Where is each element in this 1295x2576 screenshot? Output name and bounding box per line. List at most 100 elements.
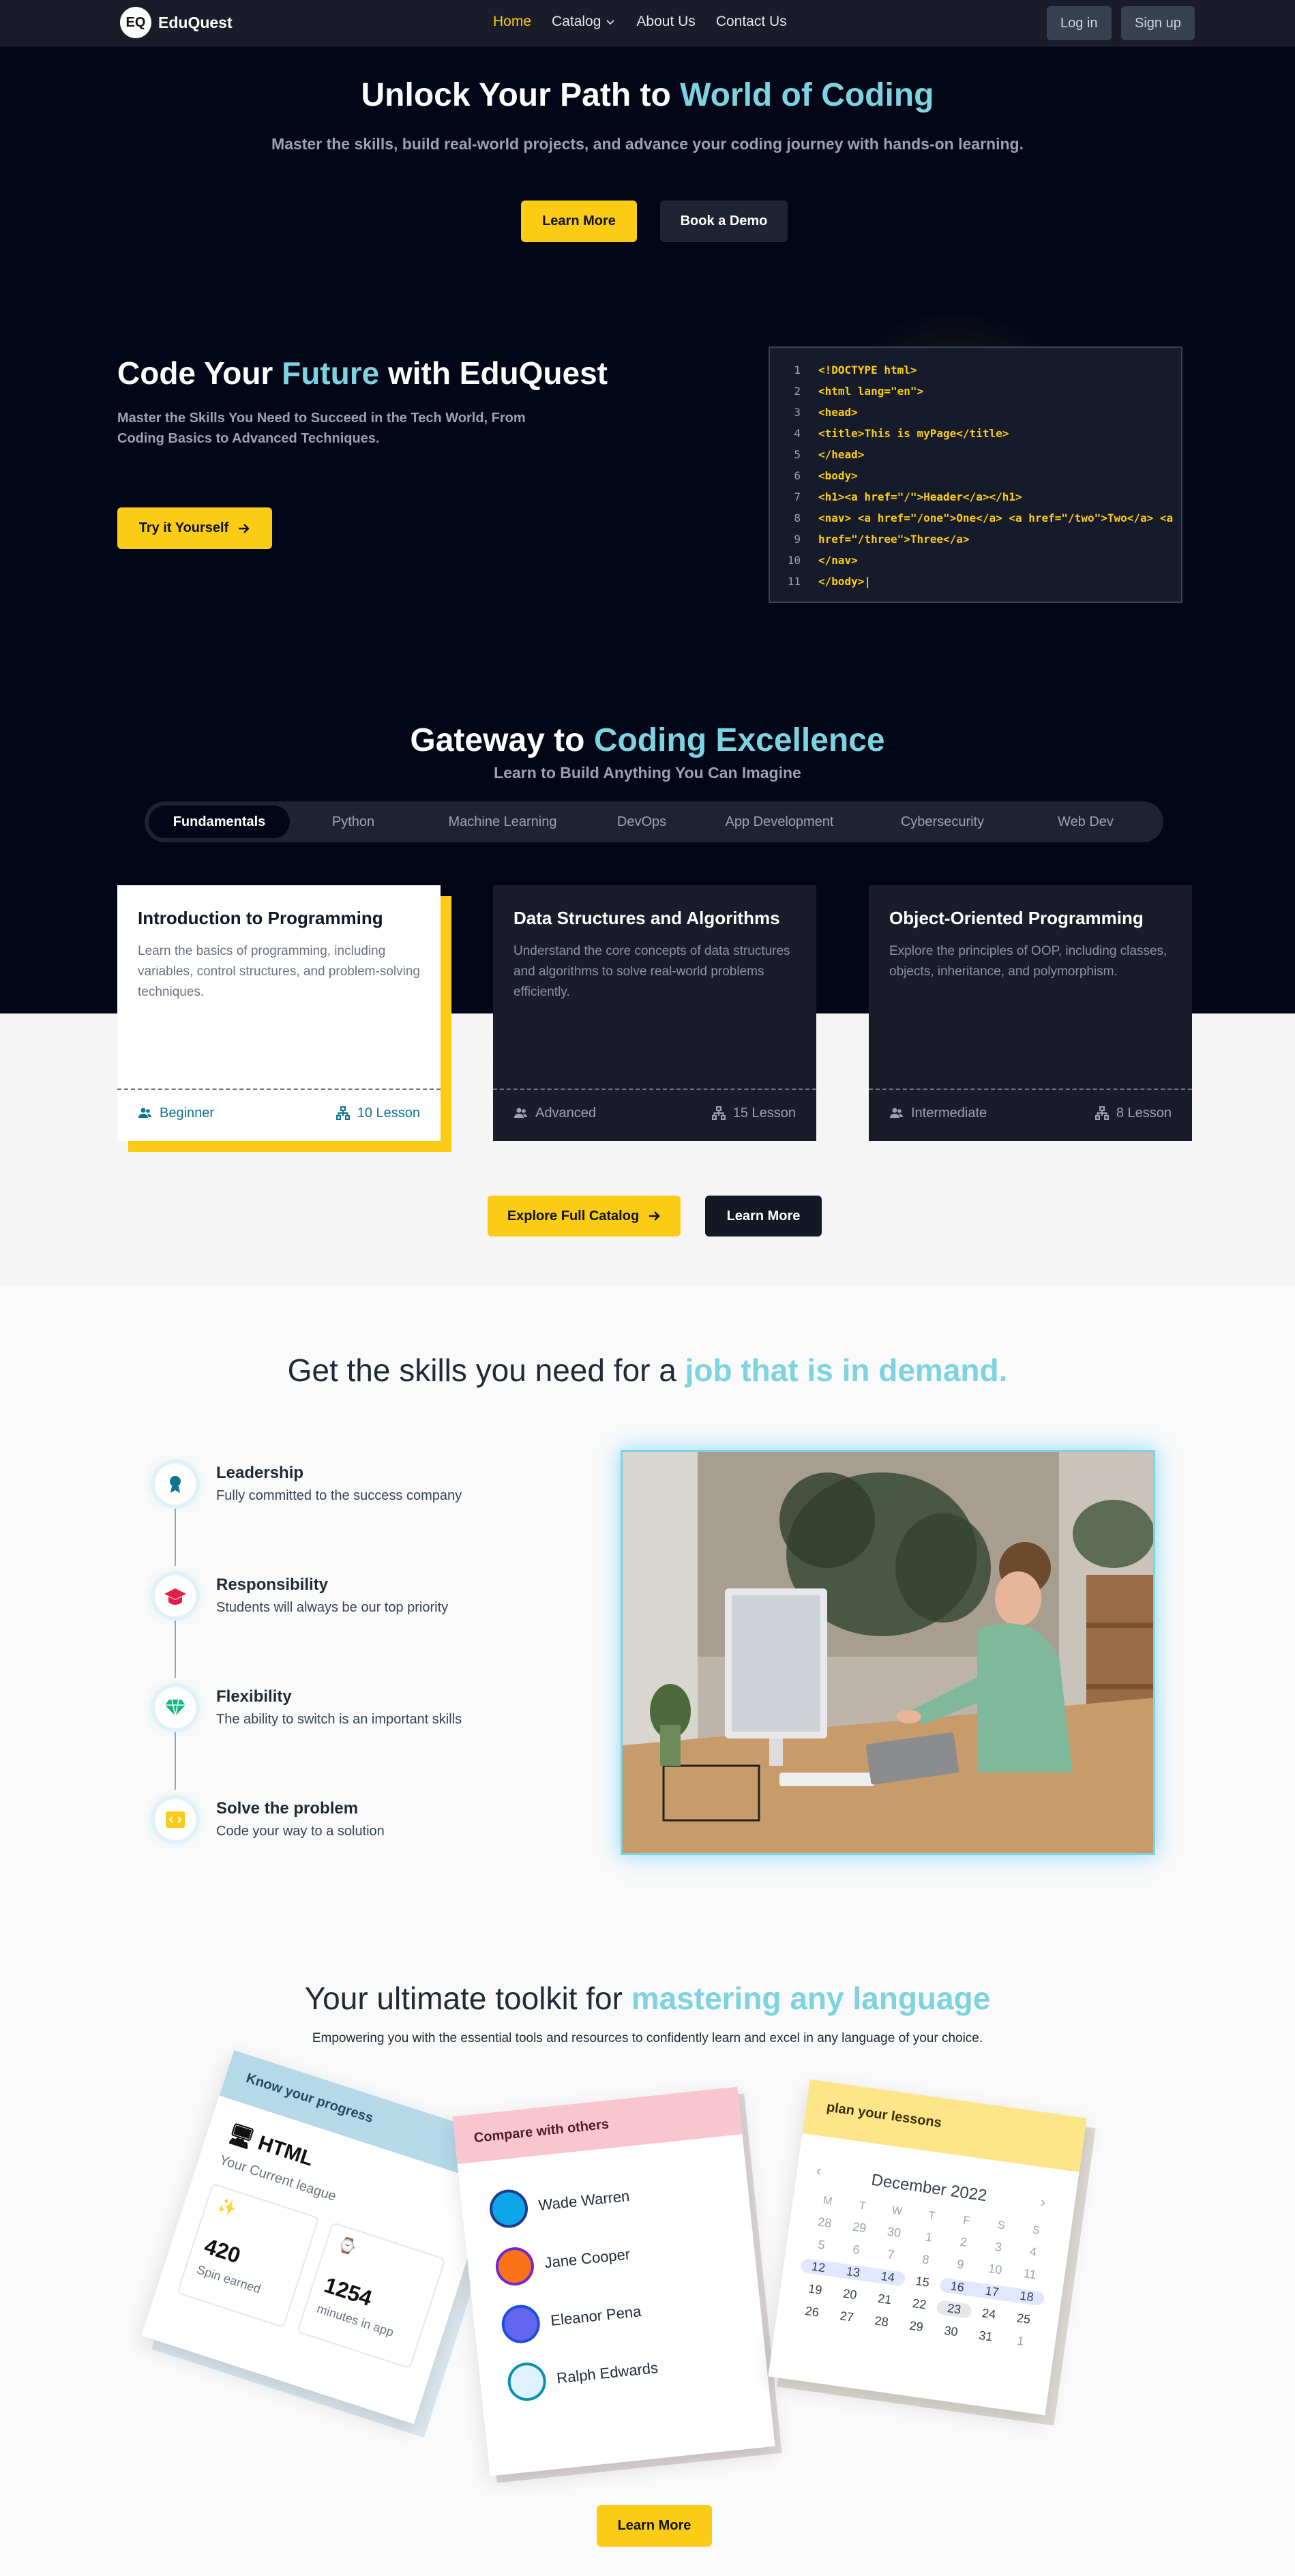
nav-link-catalog[interactable]: Catalog xyxy=(552,14,616,30)
calendar-day[interactable]: 1 xyxy=(1002,2332,1039,2351)
book-demo-button[interactable]: Book a Demo xyxy=(660,201,788,242)
try-it-label: Try it Yourself xyxy=(138,520,229,535)
line-number: 8 xyxy=(794,512,801,524)
calendar-day[interactable]: 7 xyxy=(873,2245,910,2264)
calendar-day[interactable]: 15 xyxy=(904,2272,941,2292)
login-button[interactable]: Log in xyxy=(1047,6,1112,40)
nav-link-about[interactable]: About Us xyxy=(636,14,695,30)
calendar-day[interactable]: 26 xyxy=(794,2303,831,2322)
hierarchy-icon xyxy=(336,1106,350,1120)
course-card[interactable]: Object-Oriented Programming Explore the … xyxy=(869,885,1192,1141)
toolkit-learn-more-button[interactable]: Learn More xyxy=(597,2505,712,2547)
calendar-day[interactable]: 27 xyxy=(829,2307,865,2326)
calendar-day[interactable]: 17 xyxy=(973,2282,1011,2302)
calendar-day[interactable]: 13 xyxy=(835,2262,872,2282)
lessons-meta: 10 Lesson xyxy=(336,1106,420,1121)
line-number: 4 xyxy=(794,427,801,440)
divider xyxy=(493,1089,816,1090)
tab-devops[interactable]: DevOps xyxy=(589,805,695,838)
calendar-day[interactable]: 22 xyxy=(901,2295,938,2314)
calendar-day[interactable]: 4 xyxy=(1015,2242,1052,2262)
code-editor: 1 <!DOCTYPE html> 2 <html lang="en"> 3 <hea… xyxy=(769,346,1182,603)
level-label: Intermediate xyxy=(911,1105,987,1121)
code-text: </body>| xyxy=(818,575,872,588)
nav-link-contact[interactable]: Contact Us xyxy=(716,14,787,30)
tab-fundamentals[interactable]: Fundamentals xyxy=(149,805,290,838)
calendar-month: December 2022 xyxy=(870,2170,988,2206)
student-photo-illustration xyxy=(623,1452,1153,1853)
line-number: 6 xyxy=(794,469,801,482)
tab-machine-learning[interactable]: Machine Learning xyxy=(417,805,589,838)
calendar-day[interactable]: 1 xyxy=(910,2228,947,2247)
avatar xyxy=(494,2245,536,2288)
watch-icon: ⌚ xyxy=(336,2234,359,2257)
code-text: <nav> <a href="/one">One</a> <a href="/t… xyxy=(818,512,1174,524)
nav-link-home[interactable]: Home xyxy=(493,14,531,30)
calendar-day[interactable]: 5 xyxy=(803,2236,840,2255)
explore-catalog-button[interactable]: Explore Full Catalog xyxy=(488,1196,681,1237)
code-line: 9 href="/three">Three</a> xyxy=(770,529,969,550)
chevron-left-icon[interactable]: ‹ xyxy=(815,2161,822,2180)
calendar-day[interactable]: 31 xyxy=(968,2327,1004,2346)
skills-title-a: Get the skills you need for a xyxy=(287,1352,685,1388)
calendar-day[interactable]: 12 xyxy=(800,2257,837,2277)
calendar-day[interactable]: 28 xyxy=(806,2213,843,2232)
tab-python[interactable]: Python xyxy=(290,805,417,838)
line-number: 9 xyxy=(794,533,801,546)
calendar-day[interactable]: 2 xyxy=(945,2233,982,2252)
tab-app-development[interactable]: App Development xyxy=(695,805,864,838)
calendar-day[interactable]: 8 xyxy=(907,2250,944,2269)
calendar-day[interactable]: 3 xyxy=(980,2238,1017,2257)
try-it-yourself-button[interactable]: Try it Yourself xyxy=(117,507,272,549)
calendar-day[interactable]: 24 xyxy=(970,2305,1007,2324)
calendar-day[interactable]: 14 xyxy=(869,2267,906,2287)
calendar-day[interactable]: 28 xyxy=(863,2312,900,2331)
course-card[interactable]: Data Structures and Algorithms Understan… xyxy=(493,885,816,1141)
weekday: F xyxy=(962,2215,971,2227)
line-number: 3 xyxy=(794,406,801,419)
calendar-day[interactable]: 20 xyxy=(831,2285,868,2304)
progress-panel: Know your progress 🖥 HTML Your Current le… xyxy=(141,2049,507,2425)
skills-title-b: job that is in demand. xyxy=(685,1352,1008,1388)
calendar-day[interactable]: 18 xyxy=(1008,2287,1045,2307)
calendar-day[interactable]: 9 xyxy=(942,2255,979,2274)
chevron-right-icon[interactable]: › xyxy=(1039,2193,1047,2212)
logo[interactable]: EQ EduQuest xyxy=(120,7,233,38)
calendar-day[interactable]: 30 xyxy=(933,2322,970,2341)
calendar-day[interactable]: 21 xyxy=(866,2290,903,2309)
stat-box: ✨ 420 Spin earned xyxy=(177,2182,320,2328)
calendar-day[interactable]: 16 xyxy=(938,2277,976,2297)
level-label: Beginner xyxy=(160,1105,215,1121)
signup-button[interactable]: Sign up xyxy=(1121,6,1195,40)
tab-web-dev[interactable]: Web Dev xyxy=(1021,805,1150,838)
calendar-day[interactable]: 23 xyxy=(936,2299,973,2319)
calendar-day[interactable]: 25 xyxy=(1005,2309,1042,2328)
calendar-day[interactable]: 29 xyxy=(841,2218,878,2237)
catalog-learn-more-button[interactable]: Learn More xyxy=(705,1196,822,1237)
tab-cybersecurity[interactable]: Cybersecurity xyxy=(864,805,1021,838)
spin-label: Spin earned xyxy=(195,2262,263,2296)
calendar-day[interactable]: 19 xyxy=(797,2280,834,2299)
nav-link-catalog-label: Catalog xyxy=(552,14,601,29)
chevron-down-icon xyxy=(606,20,614,25)
weekday: W xyxy=(891,2204,904,2218)
logo-text: EduQuest xyxy=(158,13,233,31)
progress-language-text: HTML xyxy=(255,2131,316,2171)
calendar-day[interactable]: 29 xyxy=(898,2317,935,2336)
course-card-desc: Understand the core concepts of data str… xyxy=(513,944,790,999)
code-text: <!DOCTYPE html> xyxy=(818,364,917,376)
course-card[interactable]: Introduction to Programming Learn the ba… xyxy=(117,885,441,1141)
code-text: <h1><a href="/">Header</a></h1> xyxy=(818,490,1022,503)
code-line: 7 <h1><a href="/">Header</a></h1> xyxy=(770,486,1022,507)
calendar-day[interactable]: 30 xyxy=(876,2223,912,2242)
calendar-day[interactable]: 10 xyxy=(977,2260,1013,2279)
person-name: Wade Warren xyxy=(537,2187,631,2214)
course-card-title: Introduction to Programming xyxy=(138,908,383,928)
calendar-day[interactable]: 11 xyxy=(1011,2265,1048,2284)
calendar-day[interactable]: 6 xyxy=(838,2240,875,2260)
weekday: T xyxy=(858,2200,867,2212)
future-title: Code Your Future with EduQuest xyxy=(117,355,608,391)
level-meta: Intermediate xyxy=(889,1106,987,1121)
hero-learn-more-button[interactable]: Learn More xyxy=(521,201,637,242)
leaderboard-row: Ralph Edwards xyxy=(505,2349,660,2403)
